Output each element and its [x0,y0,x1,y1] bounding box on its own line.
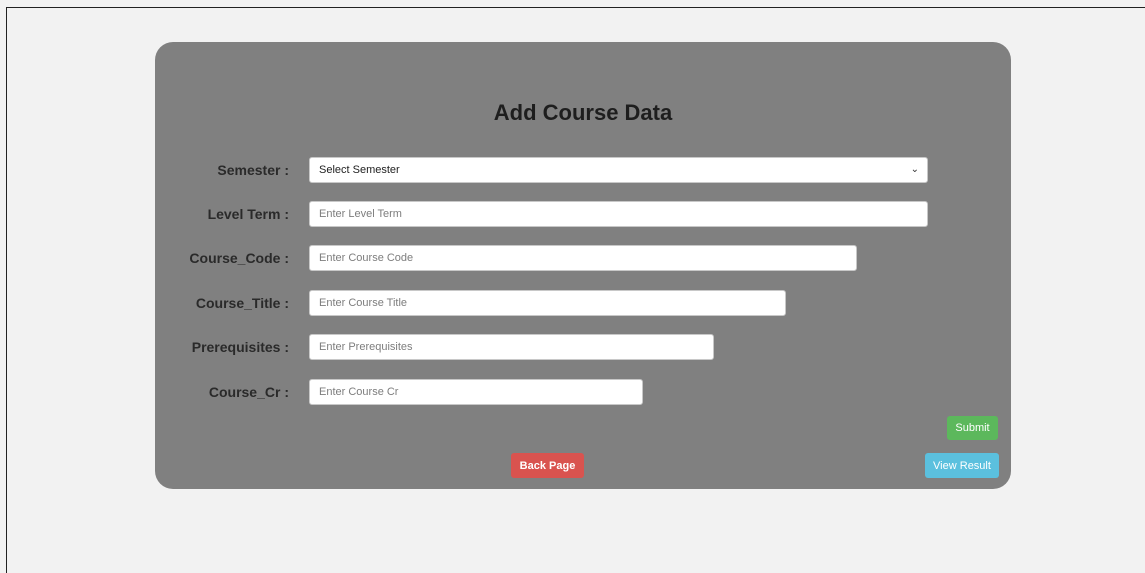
back-page-button[interactable]: Back Page [511,453,584,478]
course-code-label: Course_Code : [189,250,289,266]
course-code-input[interactable] [309,245,857,271]
semester-label: Semester : [217,162,289,178]
level-term-label: Level Term : [207,206,289,222]
semester-select[interactable]: Select Semester ⌄ [309,157,928,183]
window-border-left [6,7,7,573]
prerequisites-label: Prerequisites : [191,339,289,355]
course-title-input[interactable] [309,290,786,316]
course-cr-input[interactable] [309,379,643,405]
page-title: Add Course Data [493,100,673,125]
prerequisites-input[interactable] [309,334,714,360]
window-border-top [6,7,1145,8]
course-title-label: Course_Title : [195,295,289,311]
submit-button[interactable]: Submit [947,416,998,440]
view-result-button[interactable]: View Result [925,453,999,478]
course-form-panel: Add Course Data Semester : Select Semest… [155,42,1011,489]
semester-select-value: Select Semester [319,164,400,176]
level-term-input[interactable] [309,201,928,227]
course-cr-label: Course_Cr : [208,384,289,400]
chevron-down-icon: ⌄ [910,164,919,175]
